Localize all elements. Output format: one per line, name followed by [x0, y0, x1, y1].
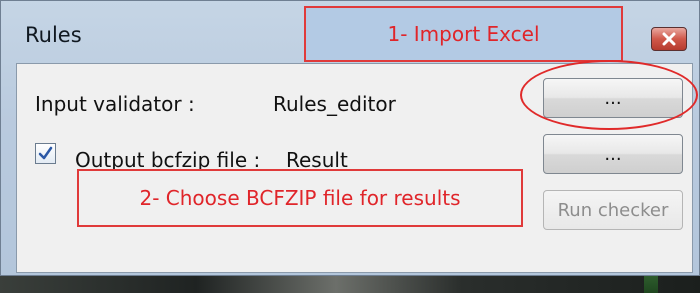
annotation-step-2: 2- Choose BCFZIP file for results	[77, 169, 523, 227]
checkmark-icon	[38, 146, 53, 160]
input-validator-value: Rules_editor	[273, 92, 396, 116]
dialog-title: Rules	[25, 23, 82, 47]
close-icon	[662, 32, 676, 46]
browse-output-button[interactable]: ...	[543, 134, 683, 174]
output-bcfzip-checkbox[interactable]	[35, 143, 56, 164]
annotation-step-1: 1- Import Excel	[304, 6, 623, 62]
run-checker-button[interactable]: Run checker	[543, 190, 683, 230]
annotation-circle-highlight	[520, 60, 698, 130]
close-button[interactable]	[651, 27, 687, 51]
input-validator-label: Input validator :	[35, 92, 195, 116]
